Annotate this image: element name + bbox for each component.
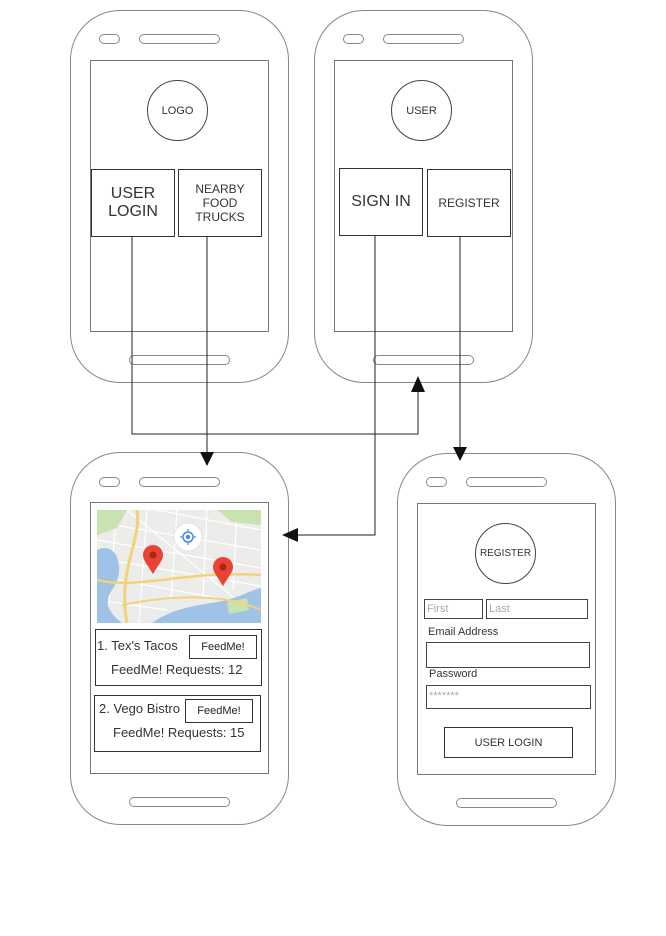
flow-arrows — [131, 236, 467, 542]
arrowhead-down — [453, 447, 467, 461]
flow-line-signin-to-map — [296, 236, 376, 536]
arrowhead-left — [282, 528, 298, 542]
arrowhead-up — [411, 376, 425, 392]
arrowhead-down — [200, 452, 214, 466]
